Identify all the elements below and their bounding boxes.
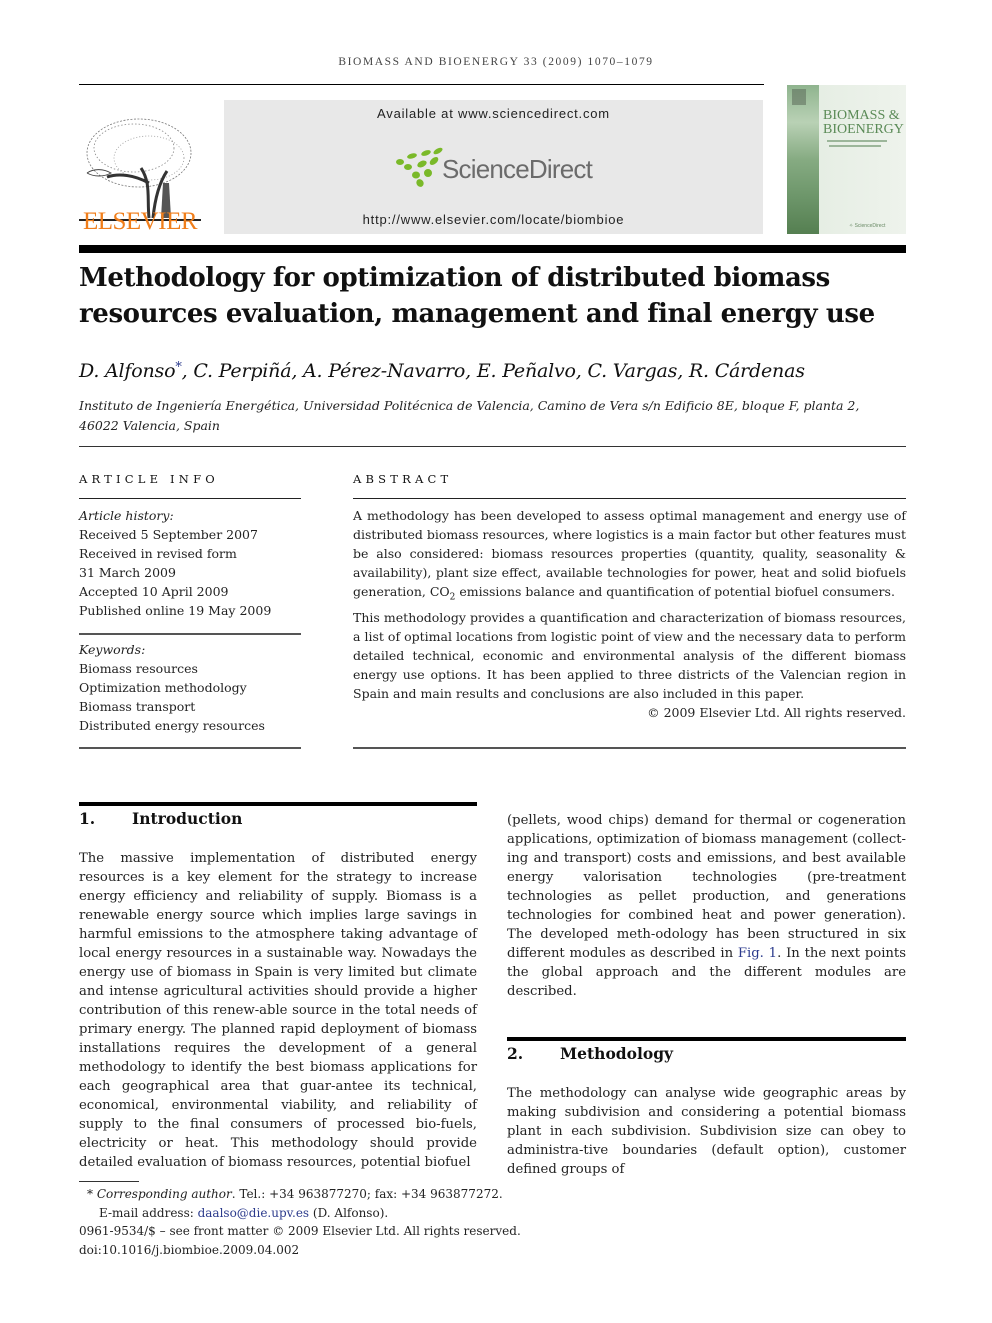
abstract-end-rule xyxy=(353,747,906,749)
issn-line: 0961-9534/$ – see front matter © 2009 El… xyxy=(79,1224,521,1238)
section-heading-methodology: 2. Methodology xyxy=(507,1044,674,1063)
journal-cover-thumbnail: BIOMASS & BIOENERGY ✧ ScienceDirect xyxy=(787,85,906,234)
history-item: Received in revised form xyxy=(79,546,237,561)
figure-1-link[interactable]: Fig. 1 xyxy=(738,946,777,961)
article-history: Article history: Received 5 September 20… xyxy=(79,506,301,620)
keywords: Keywords: Biomass resources Optimization… xyxy=(79,640,301,735)
keyword-item: Distributed energy resources xyxy=(79,718,265,733)
keyword-item: Biomass resources xyxy=(79,661,198,676)
introduction-text-continued: (pellets, wood chips) demand for thermal… xyxy=(507,813,906,999)
footnotes: * Corresponding author. Tel.: +34 963877… xyxy=(79,1185,539,1259)
abstract-paragraph: This methodology provides a quantificati… xyxy=(353,609,906,701)
history-label: Article history: xyxy=(79,508,174,523)
available-at-text[interactable]: Available at www.sciencedirect.com xyxy=(224,106,763,121)
keyword-item: Biomass transport xyxy=(79,699,196,714)
cover-image-strip xyxy=(787,85,819,234)
masthead-rule xyxy=(79,245,906,253)
article-info-divider xyxy=(79,633,301,635)
abstract-paragraph: A methodology has been developed to asse… xyxy=(353,508,906,603)
cover-sciencedirect-mark: ✧ ScienceDirect xyxy=(849,223,886,229)
keyword-item: Optimization methodology xyxy=(79,680,247,695)
cover-title: BIOMASS & BIOENERGY xyxy=(823,108,904,137)
author-corresponding[interactable]: D. Alfonso xyxy=(79,360,176,382)
affiliation: Instituto de Ingeniería Energética, Univ… xyxy=(79,398,860,433)
section-rule xyxy=(79,802,477,806)
article-info-heading: ARTICLE INFO xyxy=(79,472,219,486)
header-rule xyxy=(79,84,764,85)
history-item: Received 5 September 2007 xyxy=(79,527,258,542)
history-item: Accepted 10 April 2009 xyxy=(79,584,229,599)
cover-editors-line xyxy=(827,140,887,142)
doi-line[interactable]: doi:10.1016/j.biombioe.2009.04.002 xyxy=(79,1241,539,1260)
introduction-text: The massive implementation of distribute… xyxy=(79,851,477,1170)
sciencedirect-wordmark: ScienceDirect xyxy=(442,154,593,184)
author-list: D. Alfonso*, C. Perpiñá, A. Pérez-Navarr… xyxy=(79,360,805,382)
corresponding-author-note: * Corresponding author. Tel.: +34 963877… xyxy=(87,1187,503,1201)
methodology-text: The methodology can analyse wide geograp… xyxy=(507,1086,906,1177)
article-info-rule xyxy=(79,498,301,499)
article-info-end-rule xyxy=(79,747,301,749)
abstract-body: A methodology has been developed to asse… xyxy=(353,506,906,722)
running-head: BIOMASS AND BIOENERGY 33 (2009) 1070–107… xyxy=(338,56,654,68)
author-others: , C. Perpiñá, A. Pérez-Navarro, E. Peñal… xyxy=(181,360,805,382)
affiliation-rule xyxy=(79,446,906,447)
section-heading-introduction: 1. Introduction xyxy=(79,809,243,828)
cover-publisher-logo-icon xyxy=(792,89,806,105)
abstract-heading: ABSTRACT xyxy=(353,472,453,486)
footnote-rule xyxy=(79,1181,139,1182)
abstract-copyright: © 2009 Elsevier Ltd. All rights reserved… xyxy=(647,704,906,720)
journal-url-link[interactable]: http://www.elsevier.com/locate/biombioe xyxy=(224,212,763,227)
section-rule xyxy=(507,1037,906,1041)
email-link[interactable]: daalso@die.upv.es xyxy=(198,1206,310,1220)
cover-editors-line xyxy=(829,145,881,147)
abstract-rule xyxy=(353,498,906,499)
history-item: 31 March 2009 xyxy=(79,565,176,580)
elsevier-wordmark: ELSEVIER xyxy=(82,208,198,235)
keywords-label: Keywords: xyxy=(79,642,146,657)
email-note: E-mail address: daalso@die.upv.es (D. Al… xyxy=(99,1205,389,1220)
history-item: Published online 19 May 2009 xyxy=(79,603,272,618)
article-title: Methodology for optimization of distribu… xyxy=(79,263,875,329)
